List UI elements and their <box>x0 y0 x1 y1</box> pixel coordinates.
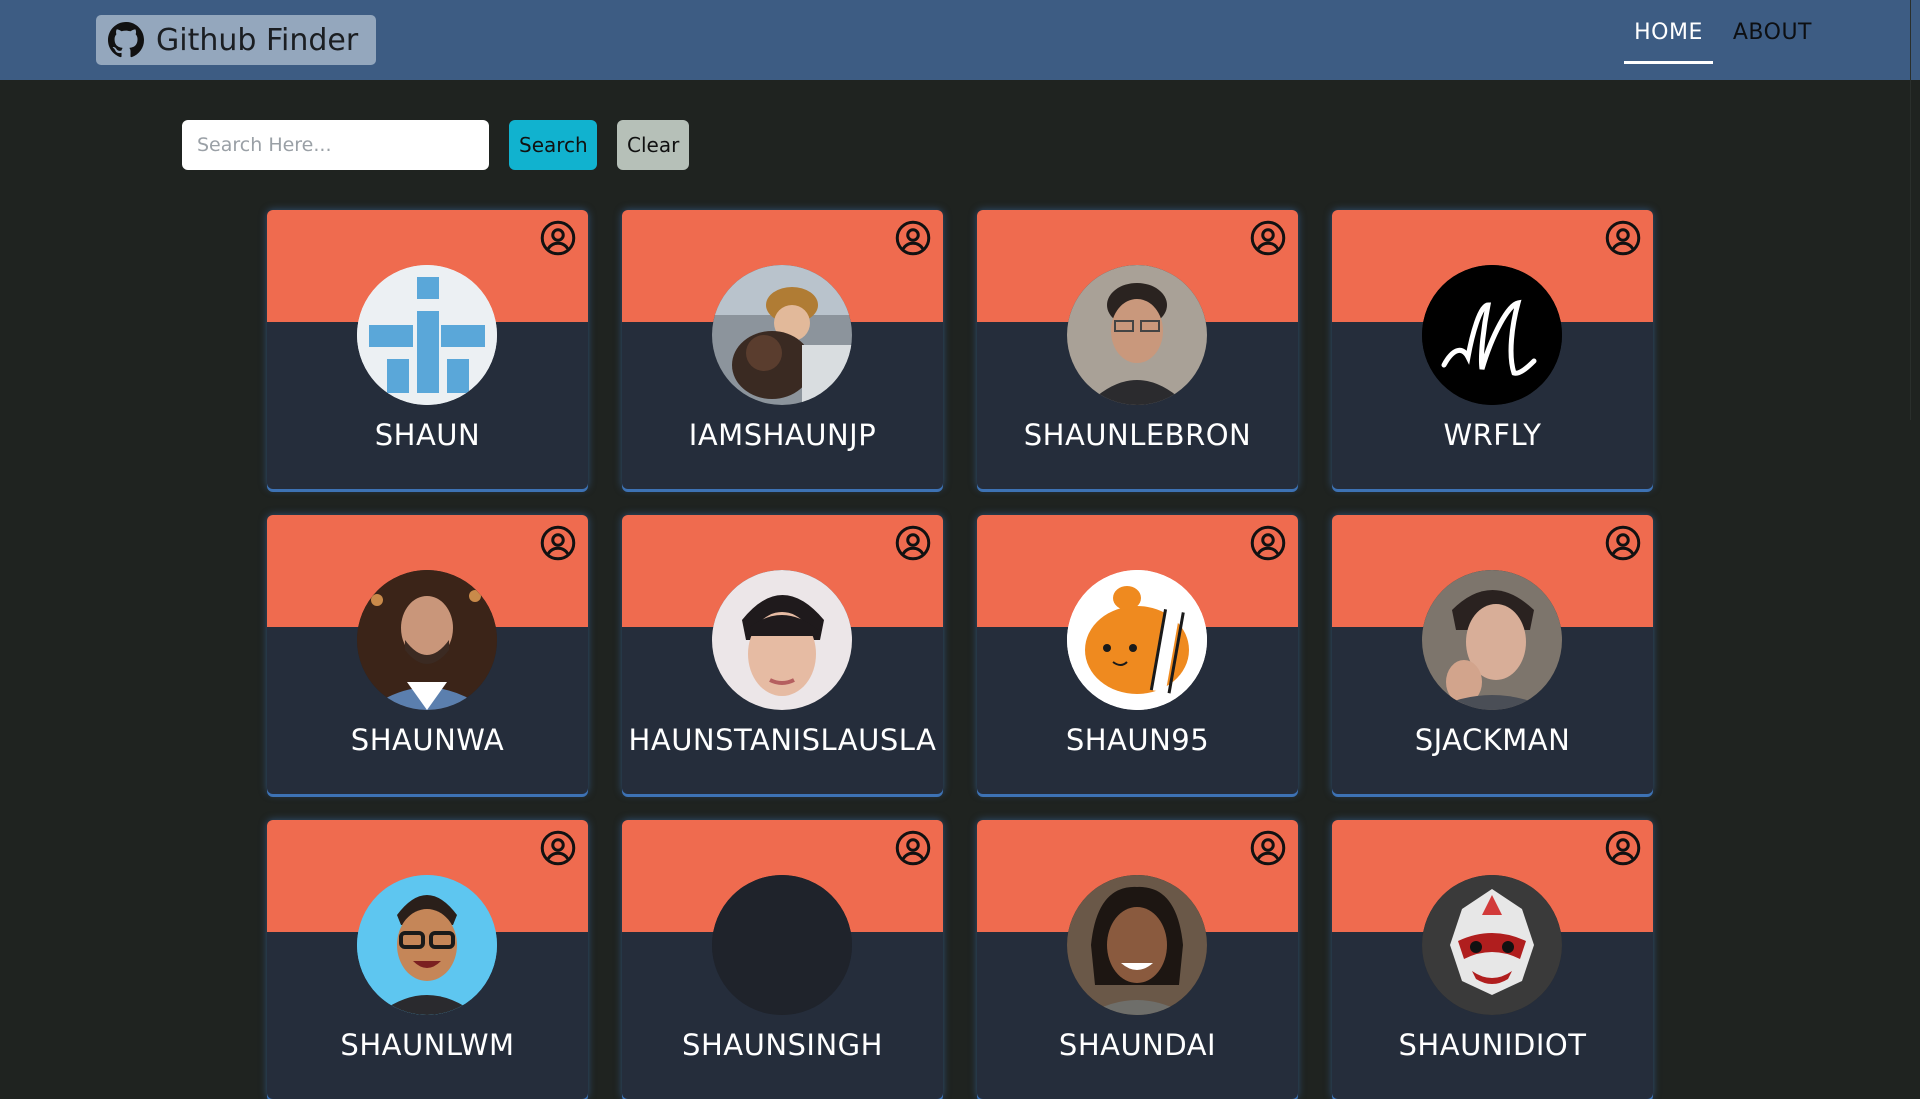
user-circle-icon[interactable] <box>1605 220 1641 256</box>
photo-avatar <box>1422 570 1562 710</box>
user-card[interactable]: SJACKMAN <box>1332 515 1653 794</box>
user-login: SHAUN <box>374 418 481 452</box>
user-avatar[interactable] <box>1422 265 1562 405</box>
clear-button[interactable]: Clear <box>617 120 689 170</box>
user-avatar[interactable] <box>1422 875 1562 1015</box>
script-m-logo <box>1422 265 1562 405</box>
user-card[interactable]: SHAUNSINGH <box>622 820 943 1099</box>
user-card[interactable]: SHAUN95 <box>977 515 1298 794</box>
clownfish-avatar <box>1067 570 1207 710</box>
search-bar: Search Clear <box>182 120 689 170</box>
scrollbar[interactable] <box>1910 0 1920 420</box>
user-circle-icon[interactable] <box>540 830 576 866</box>
blank-avatar <box>712 875 852 1015</box>
user-circle-icon[interactable] <box>895 830 931 866</box>
search-button[interactable]: Search <box>509 120 597 170</box>
user-avatar[interactable] <box>1067 265 1207 405</box>
nav-about-link[interactable]: ABOUT <box>1723 0 1822 64</box>
user-avatar[interactable] <box>712 875 852 1015</box>
cartoon-avatar <box>357 875 497 1015</box>
user-avatar[interactable] <box>712 570 852 710</box>
user-circle-icon[interactable] <box>895 525 931 561</box>
user-avatar[interactable] <box>1422 570 1562 710</box>
brand-title: Github Finder <box>156 22 359 58</box>
search-input[interactable] <box>182 120 489 170</box>
navbar: Github Finder HOME ABOUT <box>0 0 1920 80</box>
user-avatar[interactable] <box>1067 875 1207 1015</box>
user-card[interactable]: HAUNSTANISLAUSLA <box>622 515 943 794</box>
photo-avatar <box>357 570 497 710</box>
nav-links: HOME ABOUT <box>1624 0 1822 80</box>
user-login: SJACKMAN <box>1414 723 1571 757</box>
user-card[interactable]: SHAUNLEBRON <box>977 210 1298 489</box>
user-avatar[interactable] <box>1067 570 1207 710</box>
user-circle-icon[interactable] <box>1250 830 1286 866</box>
brand-logo[interactable]: Github Finder <box>96 15 376 65</box>
user-avatar[interactable] <box>357 570 497 710</box>
user-login: SHAUNLWM <box>340 1028 515 1062</box>
user-login: IAMSHAUNJP <box>688 418 877 452</box>
user-card[interactable]: SHAUNDAI <box>977 820 1298 1099</box>
user-card[interactable]: SHAUN <box>267 210 588 489</box>
user-circle-icon[interactable] <box>1250 220 1286 256</box>
user-avatar[interactable] <box>357 265 497 405</box>
user-circle-icon[interactable] <box>540 525 576 561</box>
user-login: WRFLY <box>1443 418 1542 452</box>
user-login: SHAUN95 <box>1065 723 1210 757</box>
identicon-avatar <box>357 265 497 405</box>
photo-avatar <box>712 570 852 710</box>
user-login: SHAUNSINGH <box>682 1028 883 1062</box>
user-circle-icon[interactable] <box>1250 525 1286 561</box>
user-login: SHAUNLEBRON <box>1023 418 1252 452</box>
photo-avatar <box>1067 265 1207 405</box>
user-card[interactable]: IAMSHAUNJP <box>622 210 943 489</box>
user-login: HAUNSTANISLAUSLA <box>628 723 937 757</box>
user-card[interactable]: WRFLY <box>1332 210 1653 489</box>
user-login: SHAUNIDIOT <box>1398 1028 1587 1062</box>
user-card[interactable]: SHAUNIDIOT <box>1332 820 1653 1099</box>
user-grid: SHAUN IAMSHAUNJP SHAUNLEBRON WRFLY SHAUN… <box>267 210 1653 1099</box>
nav-home-link[interactable]: HOME <box>1624 0 1713 64</box>
user-circle-icon[interactable] <box>895 220 931 256</box>
user-login: SHAUNWA <box>350 723 505 757</box>
github-icon <box>108 22 144 58</box>
user-avatar[interactable] <box>357 875 497 1015</box>
photo-avatar <box>1067 875 1207 1015</box>
user-login: SHAUNDAI <box>1058 1028 1217 1062</box>
user-circle-icon[interactable] <box>1605 525 1641 561</box>
user-circle-icon[interactable] <box>540 220 576 256</box>
photo-avatar <box>712 265 852 405</box>
user-card[interactable]: SHAUNLWM <box>267 820 588 1099</box>
creature-avatar <box>1422 875 1562 1015</box>
user-circle-icon[interactable] <box>1605 830 1641 866</box>
user-card[interactable]: SHAUNWA <box>267 515 588 794</box>
user-avatar[interactable] <box>712 265 852 405</box>
